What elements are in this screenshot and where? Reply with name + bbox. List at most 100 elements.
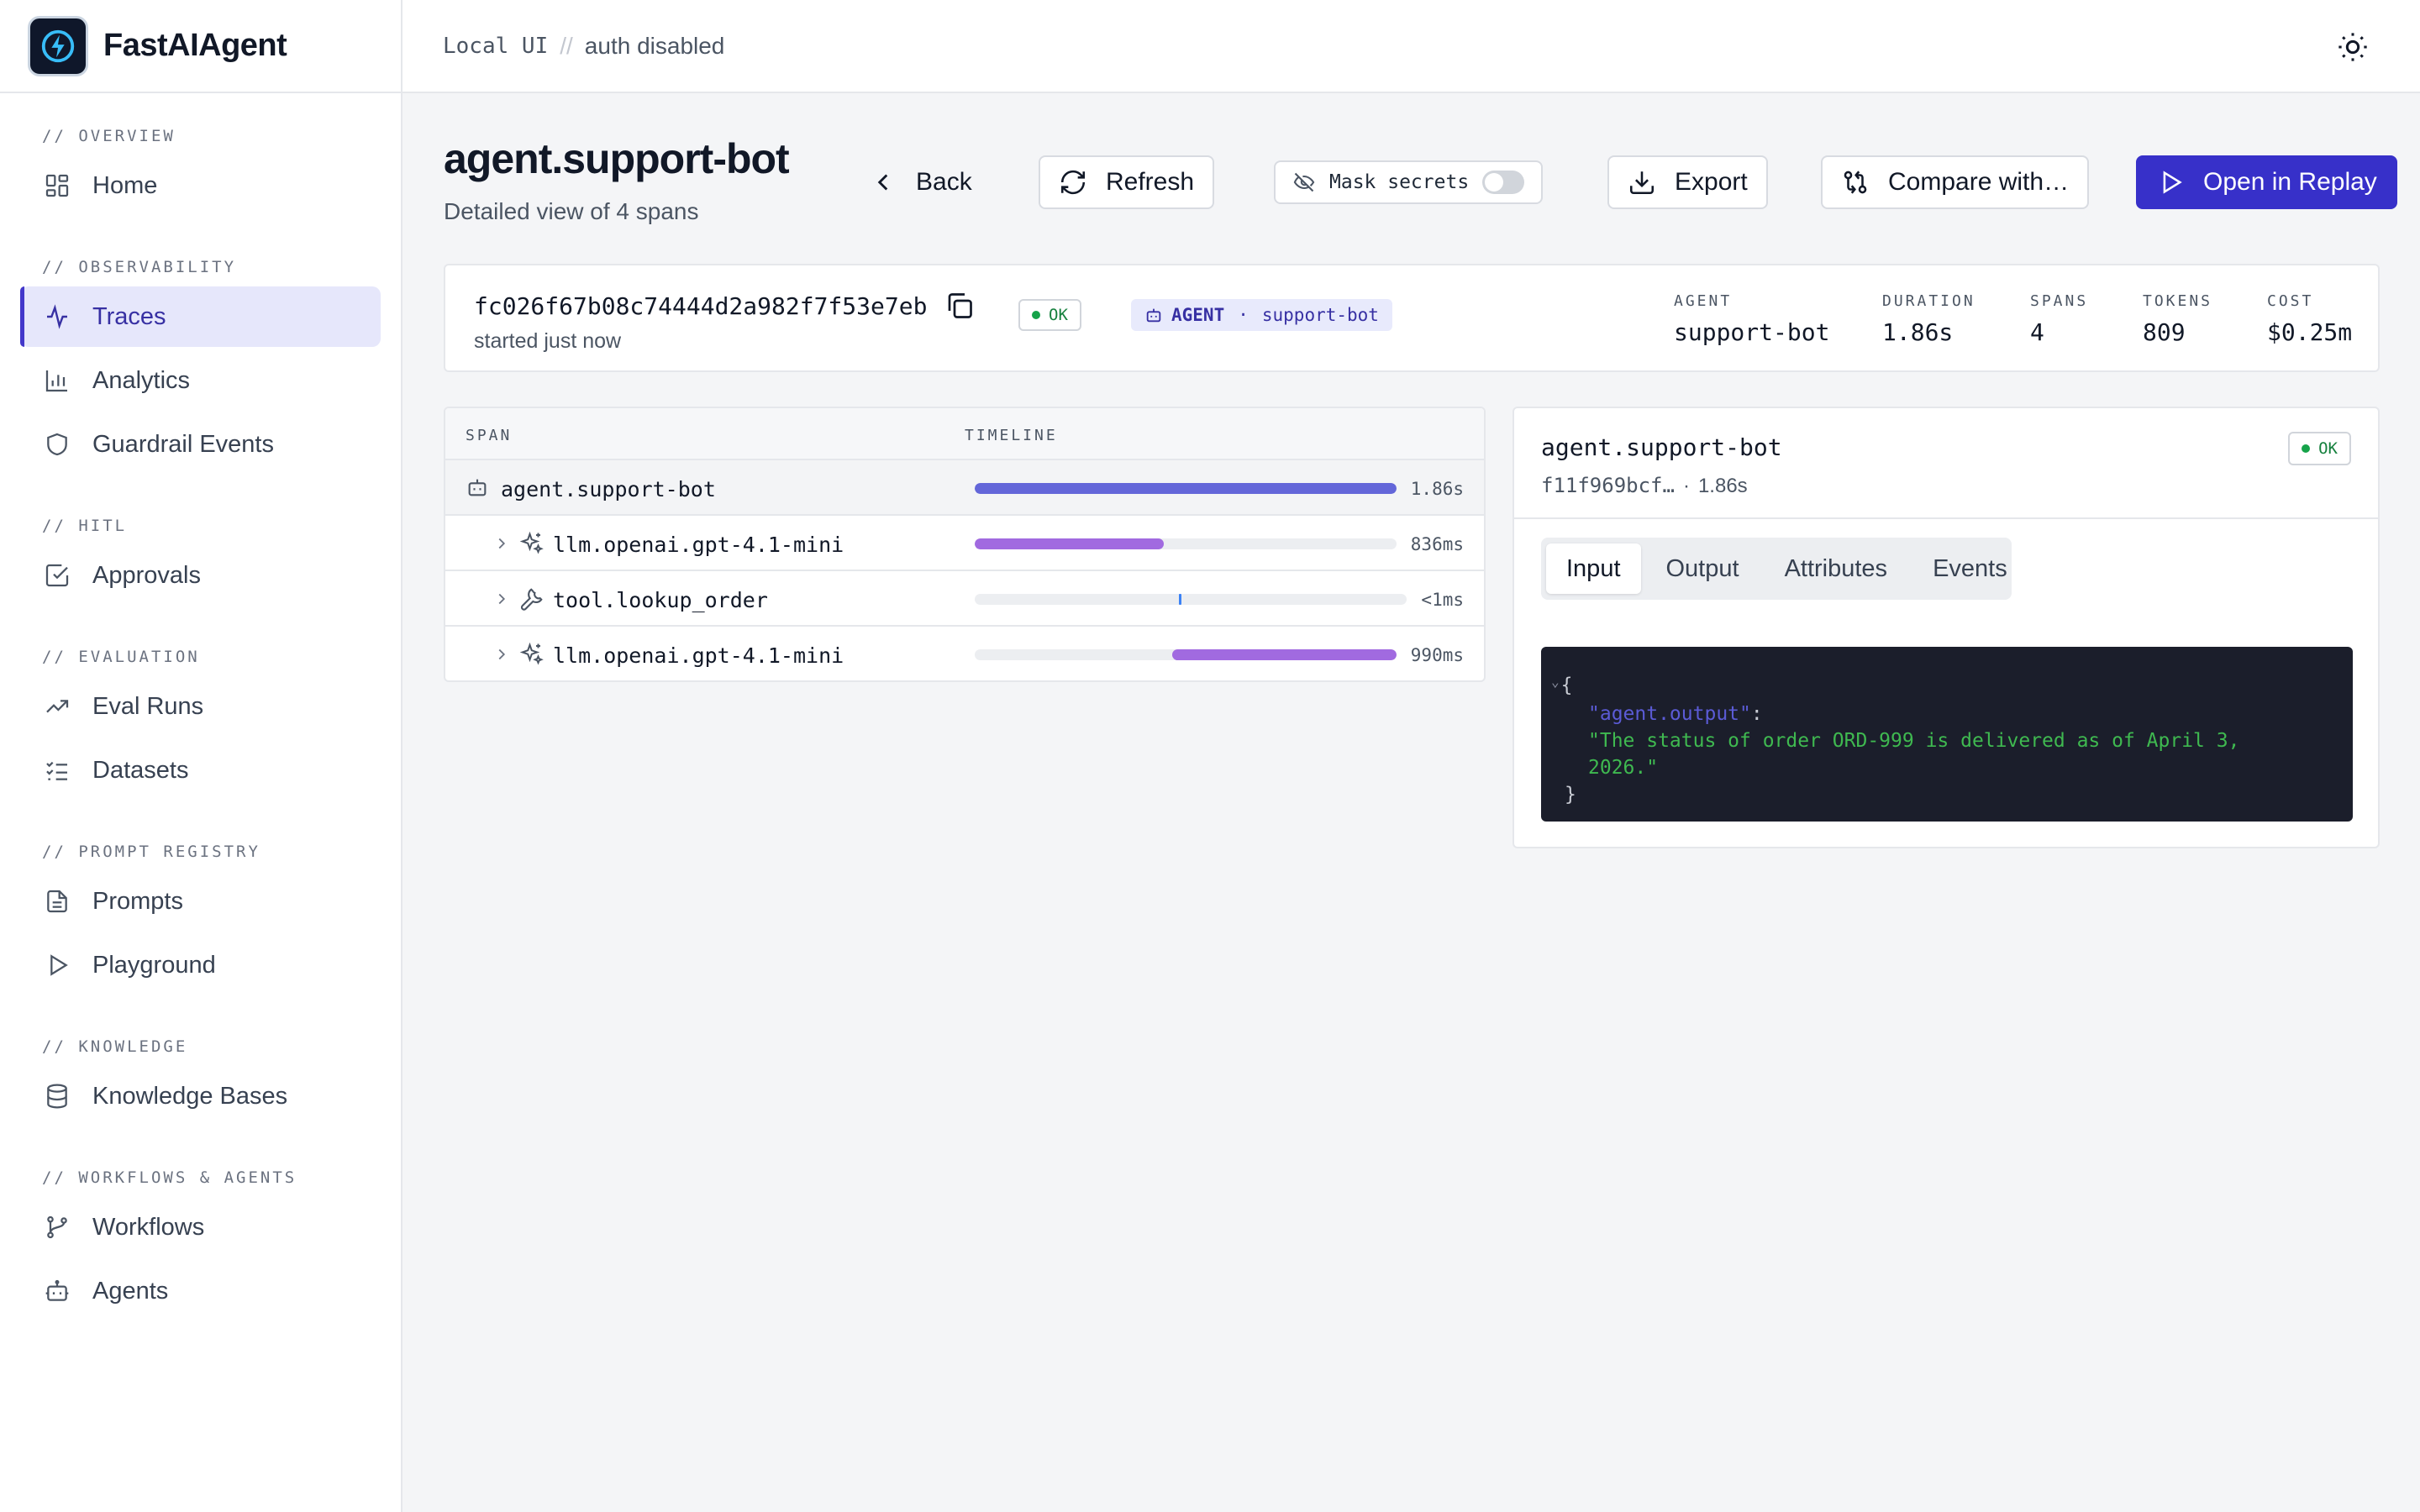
stat-cost: COST $0.25m: [2267, 292, 2352, 346]
tab-input[interactable]: Input: [1546, 543, 1641, 594]
status-text: OK: [1049, 306, 1068, 324]
git-branch-icon: [47, 1215, 67, 1239]
refresh-button[interactable]: Refresh: [1039, 155, 1215, 209]
mask-secrets-label: Mask secrets: [1329, 171, 1470, 193]
stat-agent: AGENT support-bot: [1674, 292, 1829, 346]
stat-label: AGENT: [1674, 292, 1733, 310]
sidebar-item-eval-runs[interactable]: Eval Runs: [20, 676, 381, 737]
sidebar-item-label: Eval Runs: [92, 692, 204, 720]
json-value: 2026.": [1588, 757, 1659, 779]
span-name: llm.openai.gpt-4.1-mini: [553, 643, 844, 668]
detail-duration: 1.86s: [1697, 475, 1748, 497]
eye-off-icon: [1293, 172, 1315, 192]
page-subtitle: Detailed view of 4 spans: [444, 198, 699, 224]
json-close-brace: }: [1565, 784, 1576, 806]
span-duration: 836ms: [1410, 534, 1464, 554]
json-colon: :: [1750, 703, 1763, 725]
sidebar-item-label: Guardrail Events: [92, 430, 274, 458]
detail-title: agent.support-bot: [1541, 433, 1782, 461]
span-row[interactable]: llm.openai.gpt-4.1-mini 836ms: [445, 516, 1484, 571]
span-detail-panel: agent.support-bot OK f11f969bcf… · 1.86s I…: [1512, 407, 2380, 848]
compare-button[interactable]: Compare with…: [1821, 155, 2090, 209]
chevron-right-icon[interactable]: [492, 590, 511, 608]
meta-separator: ·: [1682, 475, 1690, 497]
trace-id: fc026f67b08c74444d2a982f7f53e7eb: [474, 292, 928, 320]
mask-secrets-switch[interactable]: [1482, 171, 1525, 194]
tab-output[interactable]: Output: [1646, 543, 1760, 594]
json-viewer[interactable]: ⌄{ "agent.output": "The status of order …: [1541, 647, 2353, 822]
status-text: OK: [2318, 439, 2338, 458]
json-value: "The status of order ORD-999 is delivere…: [1588, 730, 2240, 752]
wrench-icon: [520, 588, 543, 611]
timeline-bar: [975, 538, 1165, 549]
mask-secrets-toggle[interactable]: Mask secrets: [1274, 160, 1544, 204]
sidebar-item-label: Datasets: [92, 756, 189, 784]
collapse-toggle-icon[interactable]: ⌄: [1551, 674, 1560, 690]
auth-status: auth disabled: [584, 32, 725, 59]
span-duration: <1ms: [1421, 590, 1464, 610]
theme-toggle-button[interactable]: [2336, 30, 2370, 64]
play-icon: [2163, 171, 2182, 194]
stat-label: TOKENS: [2143, 292, 2213, 310]
kind-badge: AGENT · support-bot: [1131, 299, 1392, 331]
sidebar-item-label: Agents: [92, 1277, 169, 1305]
replay-label: Open in Replay: [2203, 168, 2377, 196]
sidebar-item-agents[interactable]: Agents: [20, 1261, 381, 1321]
span-name: llm.openai.gpt-4.1-mini: [553, 533, 844, 557]
sidebar-item-label: Traces: [92, 302, 166, 330]
json-line: ⌄{: [1551, 672, 2353, 701]
timeline-track: [975, 483, 1397, 494]
sidebar-item-workflows[interactable]: Workflows: [20, 1197, 381, 1257]
status-badge: OK: [1018, 299, 1081, 331]
export-button[interactable]: Export: [1607, 155, 1768, 209]
stat-tokens: TOKENS 809: [2143, 292, 2212, 346]
topbar-separator: //: [560, 32, 573, 59]
span-row[interactable]: llm.openai.gpt-4.1-mini 990ms: [445, 627, 1484, 680]
sparkles-icon: [519, 642, 544, 665]
sun-icon: [2338, 33, 2367, 61]
bot-icon: [45, 1279, 69, 1301]
stat-spans: SPANS 4: [2030, 292, 2088, 346]
sidebar-item-label: Home: [92, 171, 158, 199]
timeline-bar: [1171, 649, 1397, 660]
chevron-right-icon[interactable]: [492, 534, 511, 553]
sidebar-item-guardrail-events[interactable]: Guardrail Events: [20, 414, 381, 475]
bot-icon: [1146, 308, 1161, 323]
topbar: Local UI // auth disabled: [402, 0, 2420, 93]
open-in-replay-button[interactable]: Open in Replay: [2136, 155, 2397, 209]
section-prompt-registry: // PROMPT REGISTRY: [42, 843, 260, 861]
compare-arrows-icon: [1844, 171, 1867, 194]
file-text-icon: [47, 890, 67, 913]
stat-label: DURATION: [1882, 292, 1975, 310]
sidebar-item-label: Approvals: [92, 561, 201, 589]
stat-value: support-bot: [1674, 318, 1830, 346]
sidebar-item-approvals[interactable]: Approvals: [20, 545, 381, 606]
sidebar-item-analytics[interactable]: Analytics: [20, 350, 381, 411]
refresh-icon: [1060, 170, 1086, 195]
chevron-right-icon[interactable]: [492, 645, 511, 664]
sidebar-item-knowledge-bases[interactable]: Knowledge Bases: [20, 1066, 381, 1126]
sidebar-item-datasets[interactable]: Datasets: [20, 740, 381, 801]
sidebar-item-playground[interactable]: Playground: [20, 935, 381, 995]
kind-text: AGENT: [1171, 305, 1225, 325]
span-name: agent.support-bot: [501, 477, 716, 501]
check-square-icon: [45, 564, 69, 587]
span-row[interactable]: agent.support-bot 1.86s: [445, 460, 1484, 516]
json-open-brace: {: [1560, 675, 1573, 696]
section-hitl: // HITL: [42, 517, 128, 535]
tab-attributes[interactable]: Attributes: [1765, 543, 1908, 594]
sidebar-item-prompts[interactable]: Prompts: [20, 871, 381, 932]
tab-events[interactable]: Events: [1912, 543, 2028, 594]
shield-icon: [47, 433, 67, 456]
sidebar-item-traces[interactable]: Traces: [20, 286, 381, 347]
timeline-track: [975, 594, 1407, 605]
span-row[interactable]: tool.lookup_order <1ms: [445, 571, 1484, 627]
brand[interactable]: FastAIAgent: [0, 0, 401, 93]
back-button[interactable]: Back: [849, 155, 992, 209]
column-header-span: SPAN: [466, 427, 513, 444]
database-icon: [47, 1084, 67, 1109]
sidebar-item-home[interactable]: Home: [20, 155, 381, 216]
list-checks-icon: [46, 761, 67, 780]
status-dot: [2302, 444, 2311, 453]
copy-icon[interactable]: [944, 291, 975, 321]
